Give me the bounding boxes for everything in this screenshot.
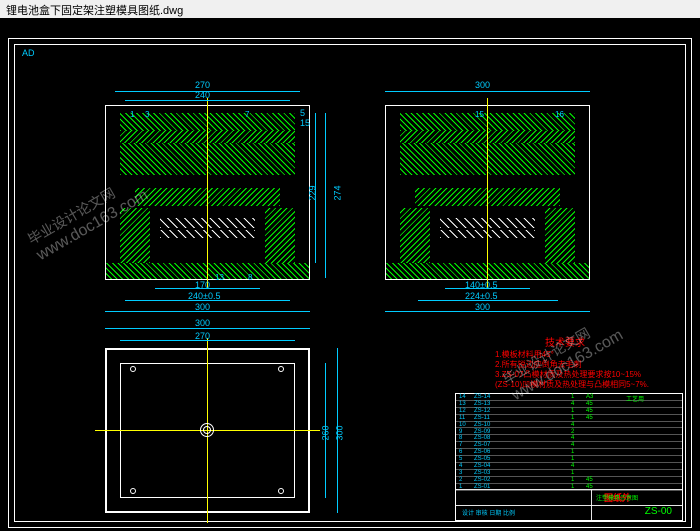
- bom-row: 2ZS-02145: [456, 477, 682, 484]
- hole-tl: [130, 366, 136, 372]
- hole-tr: [278, 366, 284, 372]
- plan-dim-300: [105, 328, 310, 329]
- tb-mold-label: 注塑模具示意图: [596, 493, 638, 502]
- tb-div-1: [456, 489, 682, 490]
- hole-bl: [130, 488, 136, 494]
- bom-row: 10ZS-104: [456, 422, 682, 429]
- cad-canvas: AD 270 240 1 3 7 5 15 274 229 170 240±0.…: [0, 18, 700, 531]
- bom-row: 12ZS-12145: [456, 408, 682, 415]
- plan-dim-300t: 300: [195, 318, 210, 328]
- bom-row: 11ZS-11145: [456, 415, 682, 422]
- file-name: 锂电池盒下固定架注塑模具图纸.dwg: [6, 5, 183, 17]
- bom-row: 9ZS-092: [456, 429, 682, 436]
- tb-footer: 设计 审核 日期 比例: [462, 508, 515, 517]
- plan-dim-260t: 260: [321, 425, 331, 440]
- bom-row: 7ZS-074: [456, 442, 682, 449]
- bom-row: 5ZS-051: [456, 456, 682, 463]
- center-hole-inner: [203, 426, 211, 434]
- bom-row: 13ZS-13445: [456, 401, 682, 408]
- title-block: 14ZS-141A3工艺用13ZS-1344512ZS-1214511ZS-11…: [455, 393, 683, 521]
- tb-vdiv: [591, 490, 592, 520]
- file-title-bar: 锂电池盒下固定架注塑模具图纸.dwg: [0, 0, 700, 18]
- bom-row: 14ZS-141A3工艺用: [456, 394, 682, 401]
- hole-br: [278, 488, 284, 494]
- bom-row: 4ZS-044: [456, 463, 682, 470]
- bom-row: 6ZS-061: [456, 449, 682, 456]
- bom-row: 8ZS-084: [456, 435, 682, 442]
- drawing-no: ZS-00: [645, 506, 672, 517]
- plan-dim-270t: 270: [195, 331, 210, 341]
- bom-row: 3ZS-031: [456, 470, 682, 477]
- plan-dim-300vt: 300: [335, 425, 345, 440]
